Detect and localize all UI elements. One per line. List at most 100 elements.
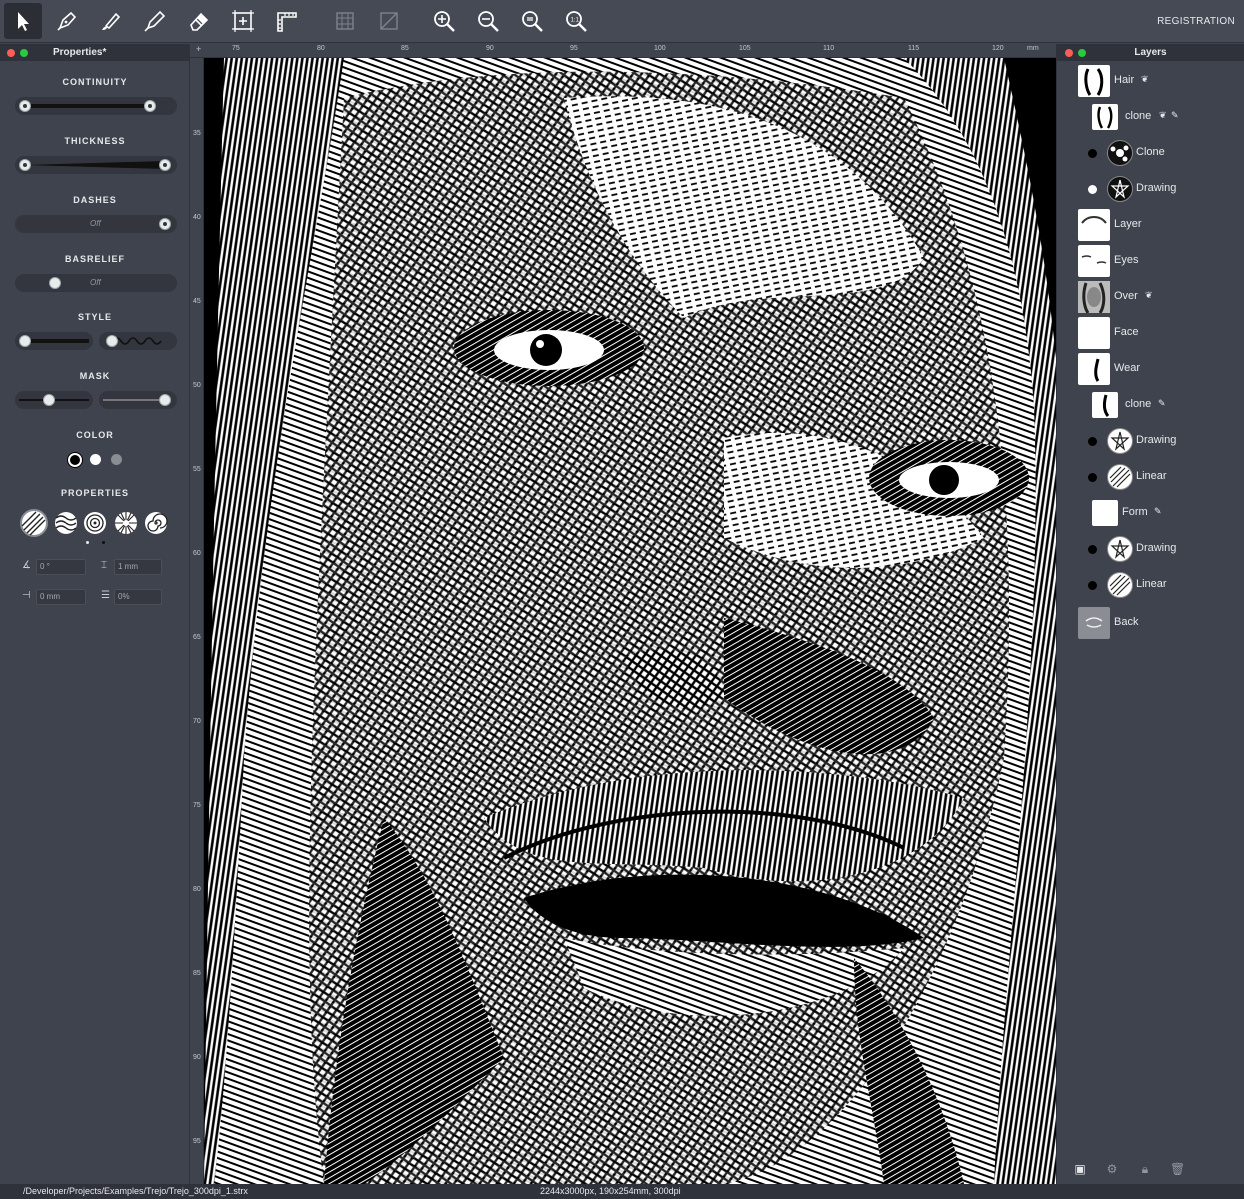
properties-panel: Properties* CONTINUITY THICKNESS DASHES …: [0, 44, 190, 1184]
layer-thumbnail: [1107, 140, 1133, 166]
pin-icon: ✎: [1158, 398, 1166, 408]
new-layer-icon[interactable]: ▣: [1073, 1162, 1087, 1176]
page-dot-2[interactable]: [102, 541, 105, 544]
interval-field[interactable]: 1 mm: [114, 559, 162, 575]
ruler-mark: 35: [193, 130, 201, 137]
close-icon[interactable]: [7, 49, 15, 57]
dashes-toggle[interactable]: Off: [15, 215, 177, 233]
pen-tool-icon[interactable]: [48, 3, 86, 39]
layer-row[interactable]: Form ✎: [1057, 495, 1244, 531]
zoom-icon[interactable]: [20, 49, 28, 57]
pattern-type-icons: [20, 509, 168, 537]
mask-icon: ❦: [1145, 290, 1153, 300]
ruler-mark: 65: [193, 634, 201, 641]
ruler-mark: 100: [654, 45, 666, 52]
dashes-title: DASHES: [73, 195, 117, 205]
ruler-mark: 90: [193, 1054, 201, 1061]
layer-row[interactable]: Back: [1057, 605, 1244, 641]
style-wavy-option[interactable]: [99, 332, 177, 350]
style-straight-option[interactable]: [15, 332, 93, 350]
ruler-icon[interactable]: [268, 3, 306, 39]
layers-footer: ▣ ⚙ 🔒︎ 🗑︎: [1057, 1154, 1244, 1184]
pencil-icon[interactable]: [136, 3, 174, 39]
layer-thumbnail: [1107, 176, 1133, 202]
page-dot-1[interactable]: [86, 541, 89, 544]
visibility-dot[interactable]: [1088, 149, 1097, 158]
color-title: COLOR: [76, 430, 114, 440]
visibility-dot[interactable]: [1088, 473, 1097, 482]
zoom-actual-icon[interactable]: 1:1: [557, 3, 595, 39]
eraser-icon[interactable]: [180, 3, 218, 39]
visibility-dot[interactable]: [1088, 437, 1097, 446]
color-black-swatch[interactable]: [68, 453, 82, 467]
layer-row[interactable]: Layer: [1057, 207, 1244, 243]
continuity-title: CONTINUITY: [62, 77, 128, 87]
properties-title: Properties*: [53, 47, 107, 58]
spiral-pattern-icon: [145, 512, 168, 534]
layer-row[interactable]: clone ❦ ✎: [1057, 99, 1244, 135]
visibility-dot[interactable]: [1088, 185, 1097, 194]
layer-row[interactable]: Drawing: [1057, 423, 1244, 459]
color-white-swatch[interactable]: [90, 454, 101, 465]
layer-row[interactable]: Over ❦: [1057, 279, 1244, 315]
angle-field[interactable]: 0 °: [36, 559, 86, 575]
frame-tool-icon[interactable]: [224, 3, 262, 39]
color-gray-swatch[interactable]: [111, 454, 122, 465]
layers-header: Layers: [1057, 44, 1244, 61]
ruler-mark: 115: [908, 45, 920, 52]
layer-label: Wear: [1114, 362, 1141, 374]
ruler-mark: 80: [193, 886, 201, 893]
offset-field[interactable]: 0 mm: [36, 589, 86, 605]
settings-icon[interactable]: ⚙: [1105, 1162, 1119, 1176]
ruler-mark: 50: [193, 382, 201, 389]
layer-label: Linear: [1136, 578, 1167, 590]
mask-slider-left[interactable]: [15, 391, 93, 409]
trash-icon[interactable]: 🗑︎: [1170, 1162, 1185, 1176]
ruler-mark: 120: [992, 45, 1004, 52]
ruler-mark: 55: [193, 466, 201, 473]
layer-row[interactable]: Face: [1057, 315, 1244, 351]
layer-row[interactable]: Wear: [1057, 351, 1244, 387]
ruler-mark: 75: [232, 45, 240, 52]
percent-icon: ☰: [101, 590, 110, 601]
ruler-mark: 40: [193, 214, 201, 221]
layer-row[interactable]: clone ✎: [1057, 387, 1244, 423]
layer-row[interactable]: Linear: [1057, 459, 1244, 495]
percent-field[interactable]: 0%: [114, 589, 162, 605]
properties-section-title: PROPERTIES: [60, 488, 129, 498]
lock-icon[interactable]: 🔒︎: [1138, 1162, 1152, 1176]
layer-row[interactable]: Hair ❦: [1057, 63, 1244, 99]
layer-thumbnail: [1107, 572, 1133, 598]
layer-row[interactable]: Drawing: [1057, 171, 1244, 207]
layer-row[interactable]: Linear: [1057, 567, 1244, 603]
thickness-slider[interactable]: [15, 156, 177, 174]
transform-icon[interactable]: [370, 3, 408, 39]
layer-row[interactable]: Drawing: [1057, 531, 1244, 567]
ruler-mark: 85: [401, 45, 409, 52]
basrelief-toggle[interactable]: Off: [15, 274, 177, 292]
zoom-fit-icon[interactable]: [513, 3, 551, 39]
layer-label: clone: [1125, 398, 1152, 410]
mask-slider-right[interactable]: [99, 391, 177, 409]
registration-label[interactable]: REGISTRATION: [1157, 16, 1235, 27]
brush-icon[interactable]: [92, 3, 130, 39]
grid-icon[interactable]: [326, 3, 364, 39]
layer-row[interactable]: Clone: [1057, 135, 1244, 171]
visibility-dot[interactable]: [1088, 545, 1097, 554]
interval-icon: ⌶: [101, 560, 107, 571]
visibility-dot[interactable]: [1088, 581, 1097, 590]
select-arrow-icon[interactable]: [4, 3, 42, 39]
zoom-icon[interactable]: [1078, 49, 1086, 57]
layer-label: clone: [1125, 110, 1152, 122]
layers-panel: Layers Hair ❦ clone ❦ ✎ Clone Drawing La…: [1056, 44, 1244, 1184]
zoom-out-icon[interactable]: [469, 3, 507, 39]
continuity-slider[interactable]: [15, 97, 177, 115]
svg-text:1:1: 1:1: [571, 18, 580, 24]
close-icon[interactable]: [1065, 49, 1073, 57]
layer-row[interactable]: Eyes: [1057, 243, 1244, 279]
wave-pattern-icon: [55, 512, 77, 534]
zoom-in-icon[interactable]: [425, 3, 463, 39]
drawing-canvas[interactable]: [204, 58, 1056, 1184]
ruler-mark: 60: [193, 550, 201, 557]
ruler-plus-icon: +: [196, 44, 202, 54]
